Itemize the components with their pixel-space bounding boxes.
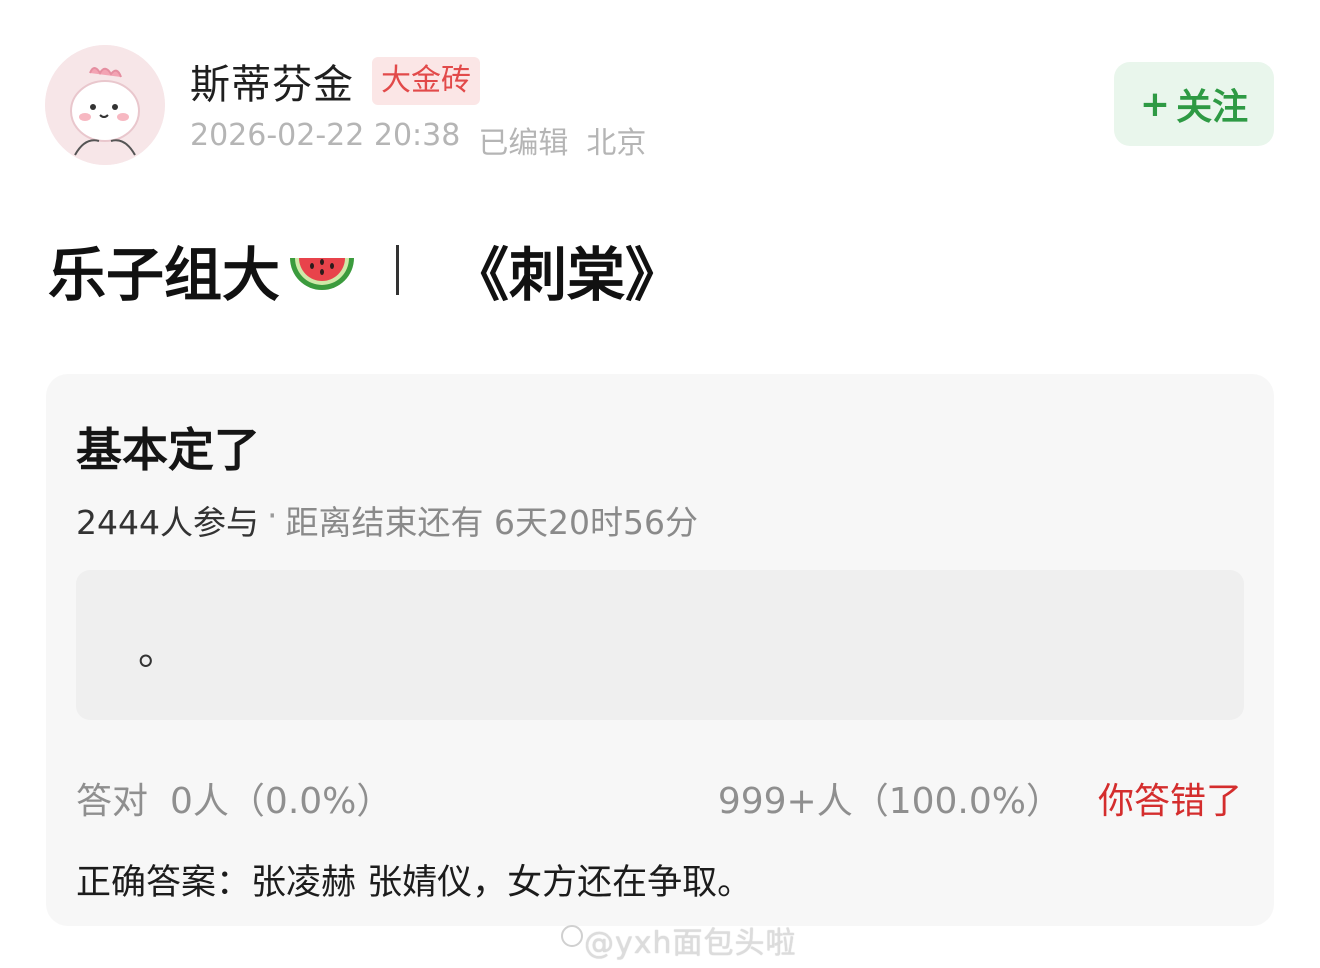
participant-count: 2444人参与 (76, 503, 259, 542)
quiz-card: 基本定了 2444人参与 · 距离结束还有 6天20时56分 。 答对 0人（0… (46, 374, 1274, 926)
correct-stats: 0人（0.0%） (170, 781, 393, 822)
follow-label: 关注 (1176, 87, 1249, 128)
wrong-stats: 999+人（100.0%） (717, 781, 1062, 822)
correct-answer: 正确答案：张凌赫 张婧仪，女方还在争取。 (76, 854, 752, 905)
post-title-left: 乐子组大 (48, 241, 281, 309)
author-name[interactable]: 斯蒂芬金 (190, 52, 354, 110)
post-title: 乐子组大 《刺棠》 (48, 228, 683, 312)
stats-separator: · (266, 496, 278, 535)
author-badge: 大金砖 (372, 57, 480, 105)
watermark: @yxh面包头啦 (584, 926, 797, 961)
quiz-option-text: 。 (138, 628, 178, 674)
correct-label: 答对 (76, 781, 149, 822)
answer-label: 正确答案： (76, 863, 252, 903)
weibo-logo-icon (561, 925, 583, 947)
follow-button[interactable]: + 关注 (1114, 62, 1274, 146)
title-divider (396, 245, 400, 295)
quiz-option[interactable]: 。 (76, 570, 1244, 720)
post-meta: 2026-02-22 20:38 已编辑 北京 (190, 118, 646, 162)
avatar[interactable] (45, 45, 165, 165)
answer-text: 张凌赫 张婧仪，女方还在争取。 (251, 863, 753, 903)
plus-icon: + (1139, 83, 1171, 125)
edited-label: 已编辑 (478, 126, 569, 161)
result-wrong: 999+人（100.0%） 你答错了 (718, 772, 1242, 824)
avatar-character-icon (45, 45, 165, 165)
quiz-question: 基本定了 (76, 423, 260, 477)
quiz-verdict: 你答错了 (1097, 781, 1242, 822)
quiz-stats: 2444人参与 · 距离结束还有 6天20时56分 (76, 496, 698, 544)
quiz-deadline: 距离结束还有 6天20时56分 (285, 503, 698, 542)
post-title-right: 《刺棠》 (451, 241, 684, 309)
author-row: 斯蒂芬金 大金砖 (190, 52, 480, 110)
watermelon-icon (286, 240, 358, 300)
weibo-post-page: 斯蒂芬金 大金砖 2026-02-22 20:38 已编辑 北京 + 关注 乐子… (0, 0, 1320, 968)
post-location: 北京 (586, 126, 647, 161)
result-correct: 答对 0人（0.0%） (76, 772, 392, 824)
post-timestamp: 2026-02-22 20:38 (190, 118, 461, 153)
